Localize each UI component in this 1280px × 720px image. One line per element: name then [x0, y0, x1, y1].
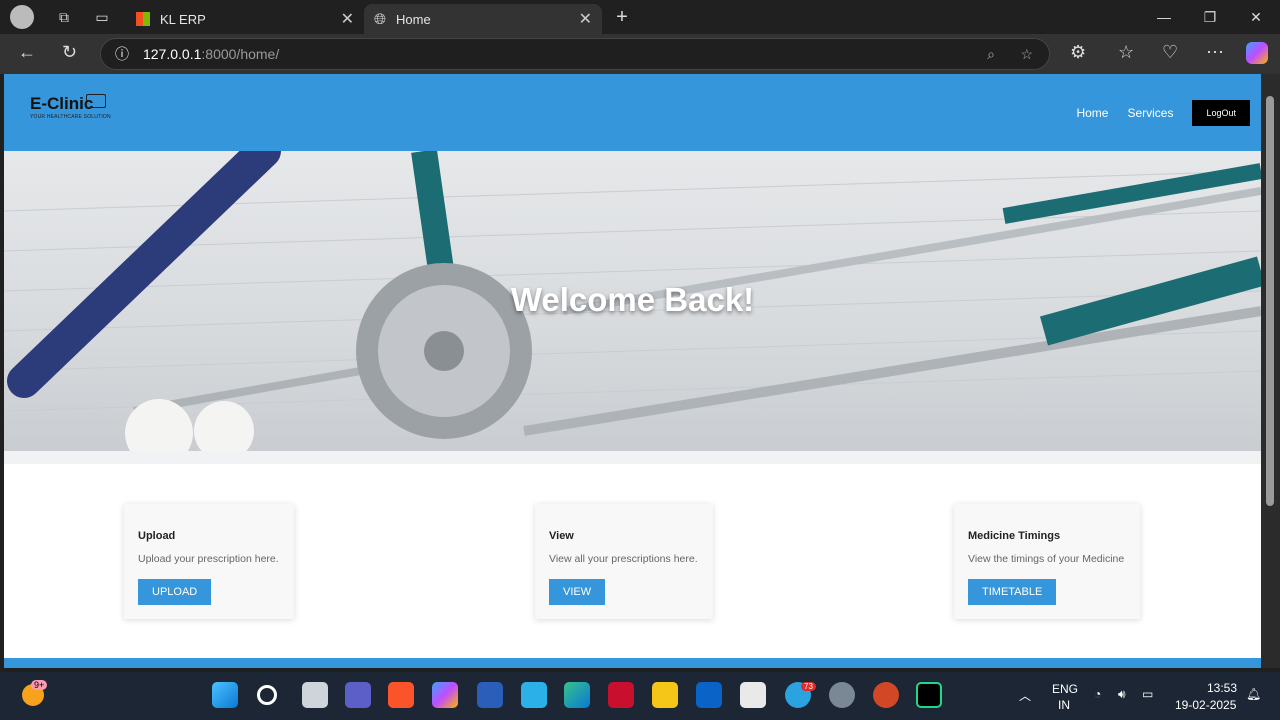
card-title: Upload: [138, 530, 176, 542]
card-view: View View all your prescriptions here. V…: [535, 504, 713, 619]
close-window-icon[interactable]: ✕: [1244, 5, 1268, 29]
workspaces-icon[interactable]: ⧉: [52, 5, 76, 29]
wifi-icon[interactable]: ◔: [1094, 687, 1101, 701]
tab-label: Home: [396, 11, 431, 27]
pycharm-icon[interactable]: [916, 682, 942, 708]
tab-actions-icon[interactable]: ▭: [90, 5, 114, 29]
card-text: View the timings of your Medicine: [968, 553, 1125, 565]
nav-home-link[interactable]: Home: [1076, 106, 1108, 120]
teams-icon[interactable]: [345, 682, 371, 708]
close-tab-icon[interactable]: ✕: [341, 9, 354, 29]
word-icon[interactable]: [477, 682, 503, 708]
logo[interactable]: E-Clinic YOUR HEALTHCARE SOLUTION: [30, 94, 111, 120]
copilot-taskbar-icon[interactable]: [432, 682, 458, 708]
restore-icon[interactable]: ❐: [1198, 5, 1222, 29]
zoom-icon[interactable]: ⌕: [987, 46, 995, 63]
search-icon[interactable]: [257, 685, 277, 705]
tab-home[interactable]: 🌐︎ Home ✕: [364, 4, 602, 34]
browser-tabbar: ⧉ ▭ KL ERP ✕ 🌐︎ Home ✕ + — ❐ ✕: [0, 0, 1280, 34]
logout-button[interactable]: LogOut: [1192, 100, 1250, 126]
monitor-icon: [86, 94, 106, 108]
hero-title: Welcome Back!: [510, 281, 755, 318]
more-menu-icon[interactable]: ⋯: [1206, 42, 1224, 63]
card-text: Upload your prescription here.: [138, 553, 279, 565]
language-bottom[interactable]: IN: [1058, 698, 1070, 712]
volume-icon[interactable]: 🔊︎: [1118, 687, 1126, 702]
file-explorer-icon[interactable]: [652, 682, 678, 708]
health-icon[interactable]: ♡: [1162, 42, 1178, 63]
profile-icon[interactable]: [10, 5, 34, 29]
page-viewport: E-Clinic YOUR HEALTHCARE SOLUTION Home S…: [4, 74, 1261, 668]
mcafee-icon[interactable]: [608, 682, 634, 708]
weather-badge: 9+: [31, 680, 48, 690]
powerpoint-icon[interactable]: [873, 682, 899, 708]
refresh-icon[interactable]: ↻: [62, 42, 77, 63]
footer-strip: [4, 658, 1261, 668]
upload-button[interactable]: UPLOAD: [138, 579, 212, 605]
telegram-badge: 73: [801, 682, 816, 691]
view-button[interactable]: VIEW: [549, 579, 606, 605]
nav-services-link[interactable]: Services: [1127, 106, 1173, 120]
store-icon[interactable]: [740, 682, 766, 708]
show-hidden-icons[interactable]: ︿: [1019, 687, 1031, 704]
favorites-icon[interactable]: ☆: [1118, 42, 1134, 63]
microsoft-logo-icon: [136, 12, 150, 26]
info-icon[interactable]: ⓘ: [115, 44, 129, 64]
url-path: :8000/home/: [201, 46, 280, 62]
help-icon[interactable]: [521, 682, 547, 708]
hero-banner: Welcome Back!: [4, 151, 1261, 451]
url-field[interactable]: ⓘ 127.0.0.1:8000/home/ ⌕ ☆: [100, 38, 1050, 70]
edge-icon[interactable]: [564, 682, 590, 708]
notification-icon[interactable]: 🔔︎: [1246, 687, 1261, 701]
tab-kl-erp[interactable]: KL ERP ✕: [126, 4, 364, 34]
tab-label: KL ERP: [160, 11, 206, 27]
minimize-icon[interactable]: —: [1152, 5, 1176, 29]
logo-tagline: YOUR HEALTHCARE SOLUTION: [30, 114, 111, 120]
language-top[interactable]: ENG: [1052, 682, 1078, 696]
globe-icon: 🌐︎: [374, 10, 387, 28]
page-scrollbar[interactable]: [1261, 74, 1280, 668]
task-view-icon[interactable]: [302, 682, 328, 708]
main-nav: Home Services LogOut: [1076, 100, 1250, 126]
card-title: Medicine Timings: [968, 530, 1061, 542]
card-title: View: [549, 530, 574, 542]
card-upload: Upload Upload your prescription here. UP…: [124, 504, 294, 619]
divider-strip: [4, 451, 1261, 464]
new-tab-icon[interactable]: +: [610, 5, 634, 29]
scrollbar-thumb[interactable]: [1266, 96, 1274, 506]
outlook-icon[interactable]: [696, 682, 722, 708]
clock-date[interactable]: 19-02-2025: [1175, 698, 1236, 712]
timetable-button[interactable]: TIMETABLE: [968, 579, 1057, 605]
settings-icon[interactable]: [829, 682, 855, 708]
card-medicine-timings: Medicine Timings View the timings of you…: [954, 504, 1140, 619]
favorite-star-icon[interactable]: ☆: [1020, 46, 1033, 63]
card-text: View all your prescriptions here.: [549, 553, 698, 565]
start-icon[interactable]: [212, 682, 238, 708]
close-tab-icon[interactable]: ✕: [579, 9, 592, 29]
battery-icon[interactable]: ▭: [1142, 687, 1153, 701]
brave-icon[interactable]: [388, 682, 414, 708]
site-header: E-Clinic YOUR HEALTHCARE SOLUTION Home S…: [4, 74, 1261, 151]
url-host: 127.0.0.1: [143, 46, 202, 62]
back-icon[interactable]: ←: [18, 42, 36, 63]
clock-time[interactable]: 13:53: [1207, 681, 1237, 695]
taskbar: 9+ 73 ︿ ENG IN ◔ 🔊︎ ▭ 13:53 19-02-2025 🔔…: [0, 672, 1280, 720]
copilot-icon[interactable]: [1246, 42, 1268, 64]
extensions-icon[interactable]: ⚙: [1070, 42, 1086, 63]
address-toolbar: ← ↻ ⓘ 127.0.0.1:8000/home/ ⌕ ☆ ⚙ ☆ ♡ ⋯: [0, 34, 1280, 74]
